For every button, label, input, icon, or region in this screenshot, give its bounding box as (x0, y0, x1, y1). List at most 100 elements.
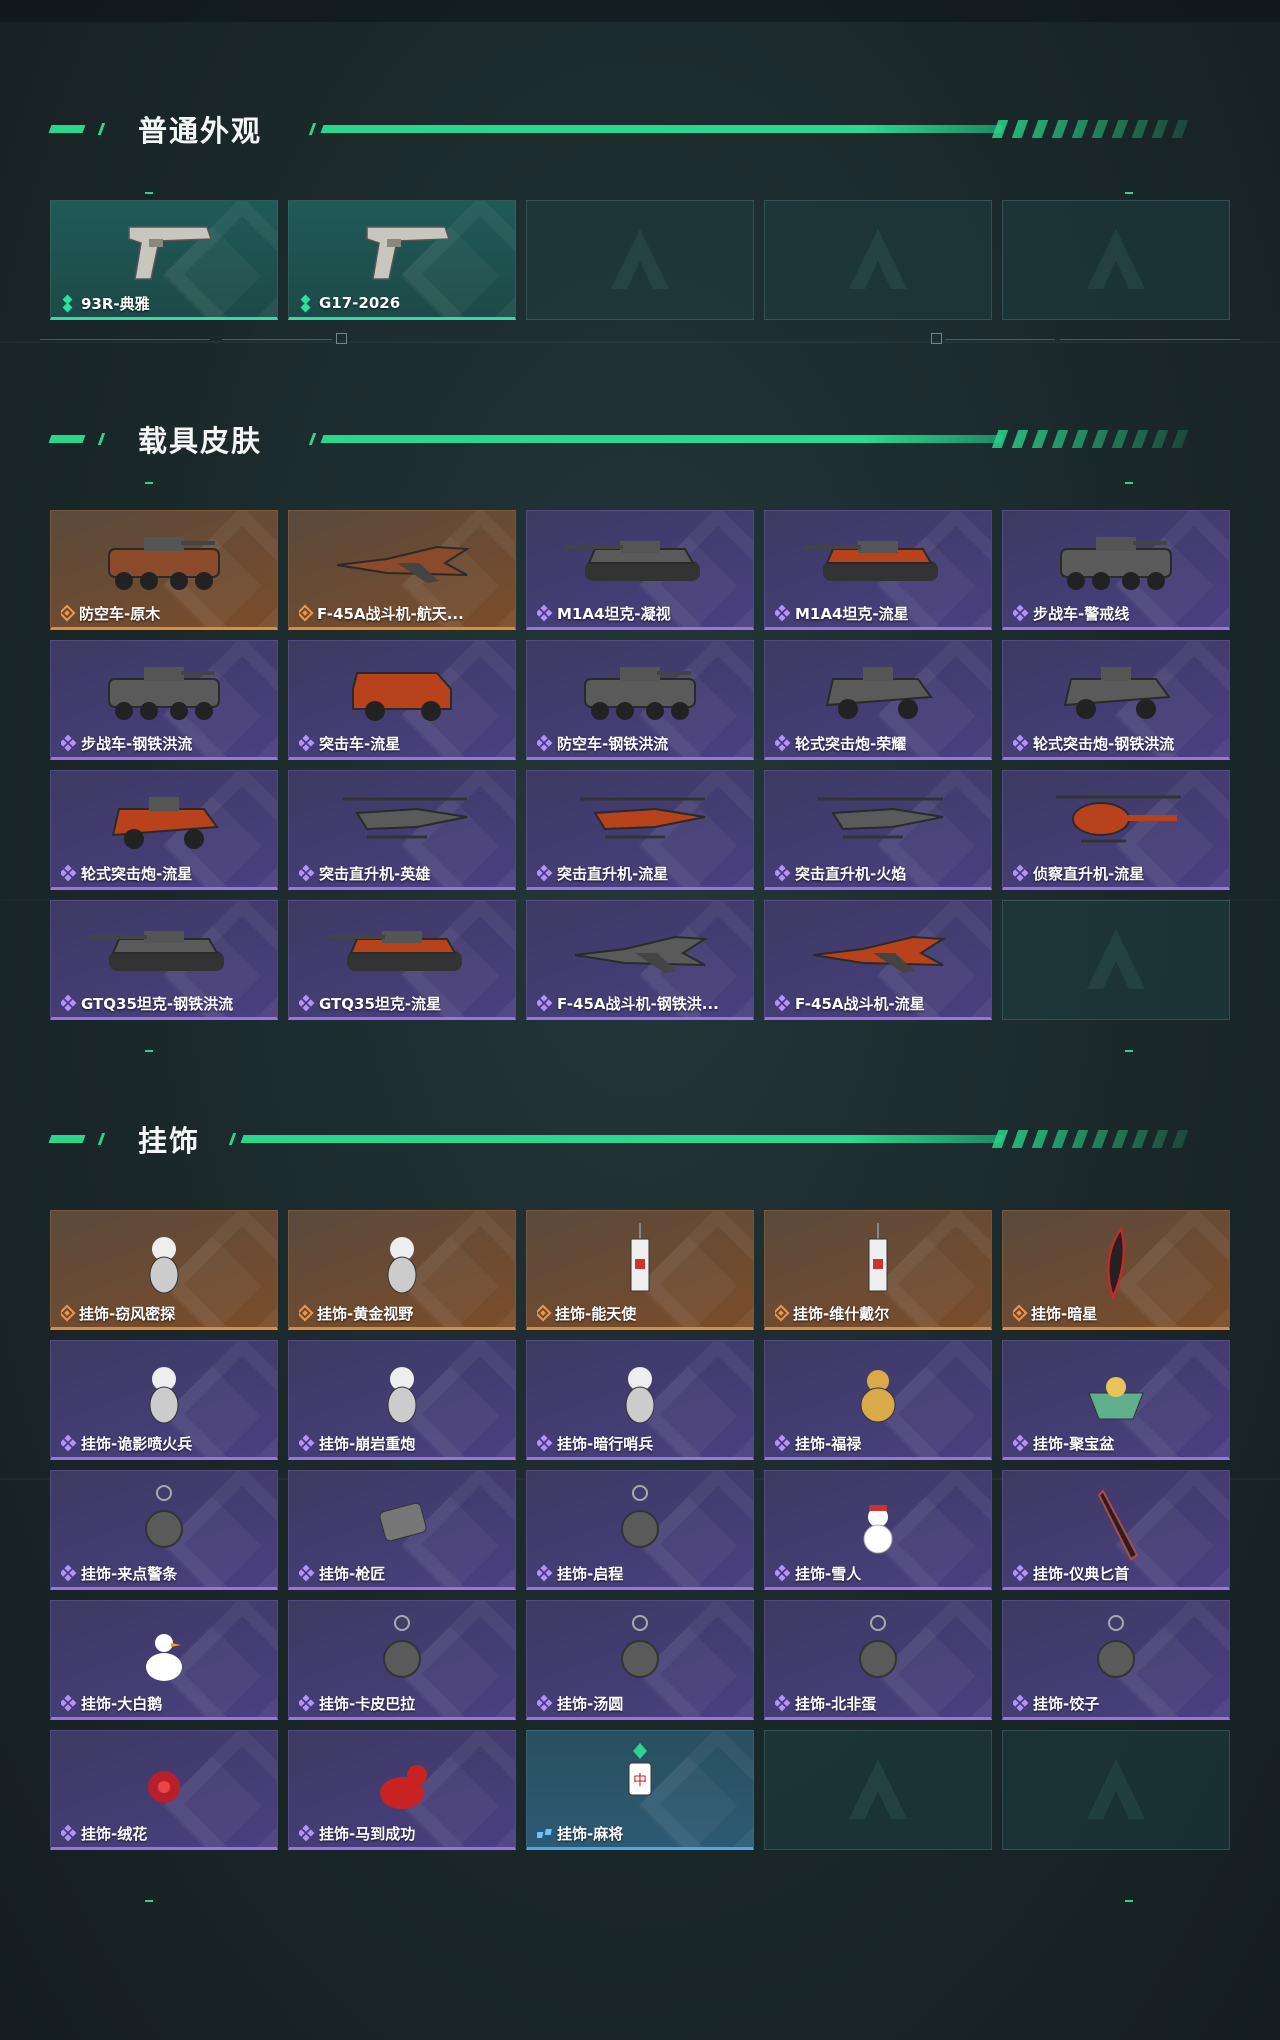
item-card[interactable]: 挂饰-崩岩重炮 (288, 1340, 516, 1460)
charm-ring-icon (621, 1485, 659, 1548)
item-card[interactable]: 挂饰-福禄 (764, 1340, 992, 1460)
item-card[interactable]: 侦察直升机-流星 (1002, 770, 1230, 890)
item-card[interactable]: GTQ35坦克-流星 (288, 900, 516, 1020)
item-name: 挂饰-枪匠 (319, 1564, 386, 1583)
item-name: 挂饰-北非蛋 (795, 1694, 877, 1713)
tank-icon (803, 541, 938, 581)
item-name: 侦察直升机-流星 (1033, 864, 1145, 883)
rarity-icon (1013, 1696, 1027, 1710)
item-card[interactable]: 挂饰-卡皮巴拉 (288, 1600, 516, 1720)
item-name: 挂饰-暗行哨兵 (557, 1434, 654, 1453)
rarity-icon (61, 1696, 75, 1710)
logo-placeholder-icon (1087, 1759, 1145, 1819)
item-card[interactable]: M1A4坦克-流星 (764, 510, 992, 630)
charm-snowman-icon (863, 1505, 893, 1554)
item-card[interactable]: 挂饰-北非蛋 (764, 1600, 992, 1720)
rarity-icon (775, 1436, 789, 1450)
item-card[interactable]: 挂饰-枪匠 (288, 1470, 516, 1590)
header-line (240, 1135, 1004, 1143)
divider-marker (931, 333, 942, 344)
empty-slot (764, 200, 992, 320)
charm-ring-icon (621, 1615, 659, 1678)
charms-grid: 挂饰-窃风密探 挂饰-黄金视野 挂饰-能天使 挂饰-维什戴尔 挂饰-暗星 挂饰-… (50, 1210, 1230, 1850)
charm-dogtag-icon (379, 1502, 427, 1542)
rarity-icon (775, 996, 789, 1010)
scout-helicopter-icon (1056, 795, 1181, 843)
item-label-row: 挂饰-绒花 (61, 1823, 147, 1843)
item-card[interactable]: GTQ35坦克-钢铁洪流 (50, 900, 278, 1020)
item-card[interactable]: 挂饰-仪典匕首 (1002, 1470, 1230, 1590)
rarity-icon (1013, 866, 1027, 880)
item-card[interactable]: 93R-典雅 (50, 200, 278, 320)
rarity-icon (61, 736, 75, 750)
item-label-row: GTQ35坦克-钢铁洪流 (61, 993, 233, 1013)
item-card[interactable]: 轮式突击炮-钢铁洪流 (1002, 640, 1230, 760)
item-card[interactable]: F-45A战斗机-航天... (288, 510, 516, 630)
item-card[interactable]: 轮式突击炮-荣耀 (764, 640, 992, 760)
rarity-icon (299, 866, 313, 880)
item-card[interactable]: G17-2026 (288, 200, 516, 320)
rarity-icon (775, 866, 789, 880)
item-card[interactable]: 挂饰-雪人 (764, 1470, 992, 1590)
item-card[interactable]: 挂饰-维什戴尔 (764, 1210, 992, 1330)
header-checker (991, 120, 1199, 138)
item-label-row: F-45A战斗机-航天... (299, 603, 464, 623)
item-label-row: 防空车-原木 (61, 603, 160, 623)
item-name: 挂饰-维什戴尔 (793, 1304, 890, 1323)
item-name: 突击直升机-流星 (557, 864, 669, 883)
rarity-icon (299, 1436, 313, 1450)
item-card[interactable]: 突击直升机-流星 (526, 770, 754, 890)
item-card[interactable]: 挂饰-大白鹅 (50, 1600, 278, 1720)
charm-ring-icon (1097, 1615, 1135, 1678)
item-name: GTQ35坦克-流星 (319, 994, 442, 1013)
rarity-icon (61, 1566, 75, 1580)
item-card[interactable]: 挂饰-启程 (526, 1470, 754, 1590)
charm-ring-icon (859, 1615, 897, 1678)
item-label-row: 挂饰-窃风密探 (61, 1303, 175, 1323)
item-name: M1A4坦克-流星 (795, 604, 909, 623)
item-card[interactable]: 步战车-钢铁洪流 (50, 640, 278, 760)
item-card[interactable]: 挂饰-饺子 (1002, 1600, 1230, 1720)
item-card[interactable]: 挂饰-绒花 (50, 1730, 278, 1850)
item-card[interactable]: 挂饰-能天使 (526, 1210, 754, 1330)
rarity-icon (61, 1826, 75, 1840)
item-card[interactable]: 突击车-流星 (288, 640, 516, 760)
item-card[interactable]: 挂饰-暗行哨兵 (526, 1340, 754, 1460)
item-card[interactable]: 轮式突击炮-流星 (50, 770, 278, 890)
item-card[interactable]: 挂饰-窃风密探 (50, 1210, 278, 1330)
item-card[interactable]: 挂饰-汤圆 (526, 1600, 754, 1720)
wheeled-gun-icon (1063, 667, 1171, 719)
item-card[interactable]: 挂饰-诡影喷火兵 (50, 1340, 278, 1460)
item-card[interactable]: 步战车-警戒线 (1002, 510, 1230, 630)
item-card[interactable]: 突击直升机-火焰 (764, 770, 992, 890)
item-card[interactable]: F-45A战斗机-钢铁洪... (526, 900, 754, 1020)
svg-text:中: 中 (633, 1773, 647, 1789)
item-card[interactable]: 防空车-原木 (50, 510, 278, 630)
item-card[interactable]: 挂饰-黄金视野 (288, 1210, 516, 1330)
wheeled-gun-icon (111, 797, 219, 849)
item-label-row: M1A4坦克-流星 (775, 603, 909, 623)
rarity-icon (537, 1436, 551, 1450)
item-card[interactable]: 突击直升机-英雄 (288, 770, 516, 890)
item-card[interactable]: 挂饰-马到成功 (288, 1730, 516, 1850)
item-card[interactable]: F-45A战斗机-流星 (764, 900, 992, 1020)
item-label-row: 挂饰-诡影喷火兵 (61, 1433, 192, 1453)
item-card[interactable]: M1A4坦克-凝视 (526, 510, 754, 630)
item-card[interactable]: 防空车-钢铁洪流 (526, 640, 754, 760)
item-name: 挂饰-雪人 (795, 1564, 862, 1583)
corner-tick (145, 1900, 153, 1902)
charm-bowl-icon (1088, 1377, 1144, 1420)
item-card[interactable]: 中 挂饰-麻将 (526, 1730, 754, 1850)
item-name: 突击直升机-火焰 (795, 864, 907, 883)
item-name: 突击车-流星 (319, 734, 401, 753)
item-name: 挂饰-黄金视野 (317, 1304, 414, 1323)
charm-figure-icon (387, 1367, 417, 1424)
item-card[interactable]: 挂饰-聚宝盆 (1002, 1340, 1230, 1460)
helicopter-icon (818, 797, 944, 839)
charm-ring-icon (145, 1485, 183, 1548)
header-line (320, 435, 1004, 443)
item-card[interactable]: 挂饰-来点警条 (50, 1470, 278, 1590)
item-name: 93R-典雅 (81, 294, 150, 313)
item-card[interactable]: 挂饰-暗星 (1002, 1210, 1230, 1330)
item-name: 挂饰-大白鹅 (81, 1694, 163, 1713)
